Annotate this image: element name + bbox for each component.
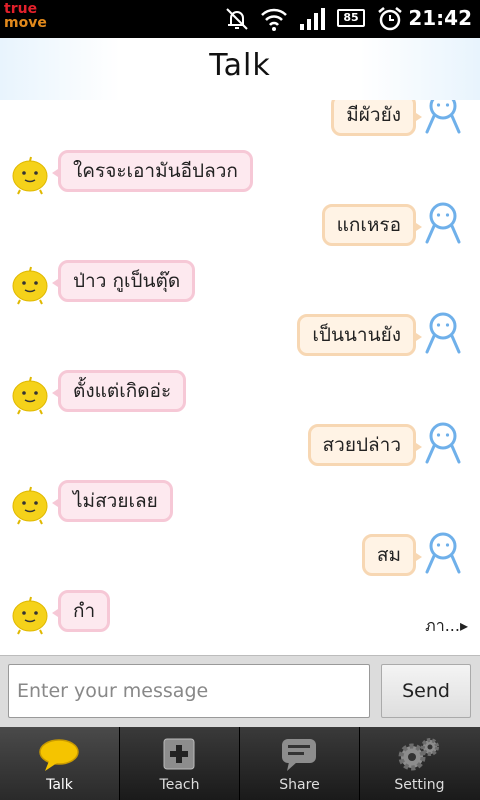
bot-message-row: ป่าว กูเป็นตุ๊ด [0, 256, 480, 306]
carrier-line2: move [4, 15, 47, 31]
user-avatar-icon [425, 312, 461, 354]
chat-bubble-icon [39, 739, 79, 771]
alarm-icon [378, 7, 402, 31]
clock: 21:42 [408, 6, 472, 30]
user-message-row: สวยปล่าว [0, 420, 480, 470]
carrier-line1: true [4, 1, 38, 17]
bot-avatar-icon [12, 266, 48, 305]
wifi-icon [261, 8, 287, 31]
user-avatar-icon [425, 100, 461, 134]
message-input[interactable] [8, 664, 370, 718]
plus-icon [163, 738, 195, 770]
bot-message-bubble[interactable]: ป่าว กูเป็นตุ๊ด [51, 260, 196, 302]
user-avatar-icon [425, 422, 461, 464]
user-message-row: เป็นนานยัง [0, 310, 480, 360]
chat-list[interactable]: มีผัวยังใครจะเอามันอีปลวกแกเหรอป่าว กูเป… [0, 100, 480, 655]
bot-message-bubble[interactable]: กำ [51, 590, 111, 632]
more-link[interactable]: ภา...▸ [425, 614, 468, 639]
bot-message-row: ใครจะเอามันอีปลวก [0, 146, 480, 196]
page-title: Talk [209, 48, 271, 83]
bot-avatar-icon [12, 376, 48, 415]
user-message-row: มีผัวยัง [0, 100, 480, 140]
tab-label: Teach [159, 777, 200, 793]
tab-label: Share [279, 777, 320, 793]
user-message-bubble[interactable]: สวยปล่าว [307, 424, 423, 466]
tab-label: Talk [46, 777, 73, 793]
tab-setting[interactable]: Setting [360, 727, 479, 800]
bot-message-row: กำ [0, 586, 480, 636]
user-message-bubble[interactable]: แกเหรอ [321, 204, 423, 246]
share-bubble-icon [282, 739, 316, 771]
tab-talk[interactable]: Talk [0, 727, 120, 800]
bot-message-bubble[interactable]: ตั้งแต่เกิดอ่ะ [51, 370, 187, 412]
tab-teach[interactable]: Teach [120, 727, 240, 800]
battery-icon: 85 [337, 9, 365, 27]
user-message-row: แกเหรอ [0, 200, 480, 250]
user-avatar-icon [425, 202, 461, 244]
user-message-bubble[interactable]: มีผัวยัง [331, 100, 422, 136]
user-message-bubble[interactable]: สม [361, 534, 423, 576]
title-bar: Talk [0, 38, 480, 100]
gears-icon [398, 738, 439, 771]
signal-icon [300, 8, 325, 30]
input-bar: Send [0, 655, 480, 728]
bot-avatar-icon [12, 596, 48, 635]
bot-avatar-icon [12, 156, 48, 195]
tab-label: Setting [394, 777, 445, 793]
mute-icon [226, 8, 248, 30]
bot-message-row: ตั้งแต่เกิดอ่ะ [0, 366, 480, 416]
user-avatar-icon [425, 532, 461, 574]
bot-message-bubble[interactable]: ใครจะเอามันอีปลวก [52, 150, 253, 192]
bottom-tab-bar: Talk Teach Share Setting [0, 727, 480, 800]
bot-message-row: ไม่สวยเลย [0, 476, 480, 526]
bot-message-bubble[interactable]: ไม่สวยเลย [52, 480, 173, 522]
user-message-row: สม [0, 530, 480, 580]
carrier-logo: true move [4, 1, 47, 36]
status-bar: true move 85 21:42 [0, 0, 480, 38]
user-message-bubble[interactable]: เป็นนานยัง [297, 314, 422, 356]
bot-avatar-icon [12, 486, 48, 525]
send-button[interactable]: Send [381, 664, 471, 718]
tab-share[interactable]: Share [240, 727, 360, 800]
